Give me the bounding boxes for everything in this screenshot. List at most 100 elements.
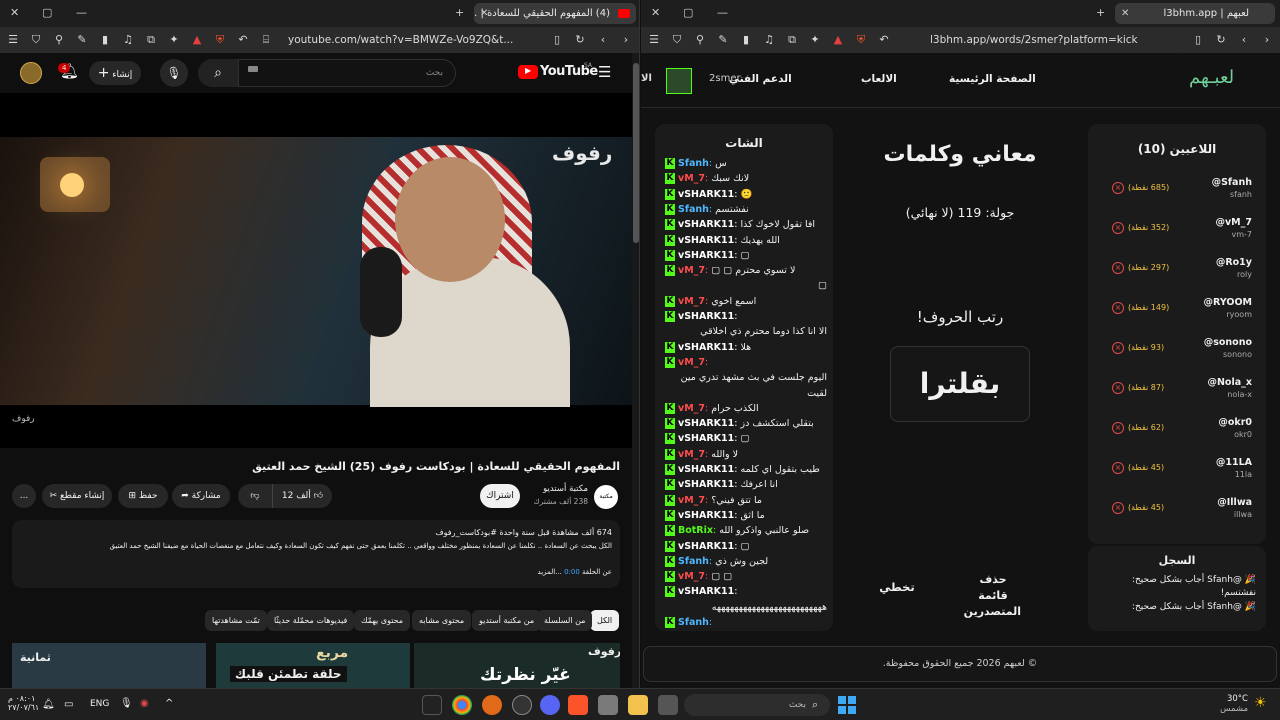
more-actions-button[interactable]: ...	[12, 484, 36, 508]
hamburger-icon[interactable]: ☰	[598, 63, 611, 81]
screenshot-icon[interactable]: ⧉	[785, 33, 799, 47]
brave-icon[interactable]	[568, 695, 588, 715]
save-button[interactable]: ⊞ حفظ	[118, 484, 168, 508]
remove-player-icon[interactable]: ×	[1112, 422, 1124, 434]
nav-home[interactable]: الصفحة الرئيسية	[949, 73, 1036, 85]
pin-icon[interactable]: ⚲	[693, 33, 707, 47]
remove-player-icon[interactable]: ×	[1112, 262, 1124, 274]
chat-username[interactable]: vSHARK11	[678, 586, 734, 597]
chip-channel[interactable]: من مكتبة أستديو	[472, 610, 542, 631]
search-input[interactable]: بحث	[238, 59, 456, 87]
sidebar-icon[interactable]: ▮	[739, 33, 753, 47]
related-thumb-3[interactable]: ثمانية	[12, 643, 206, 688]
chat-username[interactable]: vM_7	[678, 357, 705, 368]
timestamp-link[interactable]: 0:00	[564, 568, 580, 576]
channel-name[interactable]: مكتبة أستديو	[528, 484, 588, 494]
chat-username[interactable]: vM_7	[678, 173, 705, 184]
battery-icon[interactable]: ▭	[64, 699, 73, 710]
close-window-icon[interactable]: ✕	[10, 6, 19, 19]
chip-series[interactable]: من السلسلة	[537, 610, 593, 631]
tab-l3bhm[interactable]: لعبهم | l3bhm.app	[1115, 3, 1275, 24]
music-icon[interactable]: ♫	[121, 33, 135, 47]
brave-rewards-icon[interactable]: ▲	[190, 33, 204, 47]
tray-overflow-icon[interactable]: ^	[165, 698, 173, 709]
chat-username[interactable]: vSHARK11	[678, 219, 734, 230]
like-button[interactable]: 12 ألف 👍︎	[272, 484, 332, 508]
create-button[interactable]: + إنشاء	[89, 61, 141, 85]
minimize-icon[interactable]: —	[717, 6, 728, 19]
back-icon[interactable]: ‹	[596, 33, 610, 47]
chat-username[interactable]: vSHARK11	[678, 541, 734, 552]
forward-icon[interactable]: ›	[619, 33, 633, 47]
remove-player-icon[interactable]: ×	[1112, 182, 1124, 194]
channel-avatar[interactable]: مكتبة	[594, 485, 618, 509]
chat-username[interactable]: vSHARK11	[678, 418, 734, 429]
clock[interactable]: ٠٨:٠١ م ٢٧/٠٧/٦١	[8, 694, 39, 712]
nav-games[interactable]: الالعاب	[861, 73, 897, 85]
chat-username[interactable]: vSHARK11	[678, 464, 734, 475]
remove-player-icon[interactable]: ×	[1112, 222, 1124, 234]
forward-icon[interactable]: ›	[1260, 33, 1274, 47]
tab-close-icon[interactable]: ✕	[1121, 8, 1129, 19]
pin-icon[interactable]: ⚲	[52, 33, 66, 47]
remove-player-icon[interactable]: ×	[1112, 462, 1124, 474]
language-indicator[interactable]: ENG	[90, 699, 109, 709]
music-icon[interactable]: ♫	[762, 33, 776, 47]
bookmark-icon[interactable]: ▯	[1191, 33, 1205, 47]
chip-for-you[interactable]: محتوى يهمّك	[354, 610, 411, 631]
skip-button[interactable]: تخطي	[873, 580, 921, 594]
related-thumb-1[interactable]: مربع حلقة تطمئن قلبك	[216, 643, 410, 688]
taskbar-search[interactable]: بحث	[684, 694, 830, 716]
chat-username[interactable]: vM_7	[678, 495, 705, 506]
description-box[interactable]: 674 ألف مشاهدة قبل سنة واحدة #بودكاست_رف…	[12, 520, 620, 588]
site-info-icon[interactable]: ⌸	[259, 33, 273, 47]
remove-player-icon[interactable]: ×	[1112, 382, 1124, 394]
reload-back-icon[interactable]: ↶	[877, 33, 891, 47]
chat-username[interactable]: vSHARK11	[678, 479, 734, 490]
bookmark-icon[interactable]: ▯	[550, 33, 564, 47]
brave-rewards-icon[interactable]: ▲	[831, 33, 845, 47]
show-more-link[interactable]: ...المزيد	[538, 568, 562, 576]
sidebar-icon[interactable]: ▮	[98, 33, 112, 47]
share-button[interactable]: ➦ مشاركة	[172, 484, 230, 508]
chat-username[interactable]: Sfanh	[678, 556, 709, 567]
address-bar[interactable]: l3bhm.app/words/2smer?platform=kick	[900, 30, 1182, 50]
keyboard-icon[interactable]	[248, 66, 258, 72]
chip-similar[interactable]: محتوى مشابه	[412, 610, 472, 631]
app-icon-clock[interactable]	[512, 695, 532, 715]
pencil-icon[interactable]: ✎	[75, 33, 89, 47]
scrollbar-thumb[interactable]	[633, 63, 639, 243]
maximize-icon[interactable]: ▢	[683, 6, 693, 19]
minimize-icon[interactable]: —	[76, 6, 87, 19]
search-button[interactable]: ⌕	[198, 59, 238, 87]
chip-all[interactable]: الكل	[590, 610, 620, 631]
chat-username[interactable]: Sfanh	[678, 204, 709, 215]
file-explorer-icon[interactable]	[628, 695, 648, 715]
chat-username[interactable]: BotRix	[678, 525, 713, 536]
chrome-icon[interactable]	[452, 695, 472, 715]
shield-icon[interactable]: ⛉	[29, 33, 43, 47]
remove-leaderboard-button[interactable]: حذف قائمة المتصدرين	[964, 572, 1021, 620]
back-icon[interactable]: ‹	[1237, 33, 1251, 47]
reload-icon[interactable]: ↻	[1214, 33, 1228, 47]
brave-shield-icon[interactable]: ⛨	[213, 33, 227, 47]
chat-username[interactable]: vSHARK11	[678, 235, 734, 246]
remove-player-icon[interactable]: ×	[1112, 302, 1124, 314]
chip-recent[interactable]: فيديوهات محمّلة حديثًا	[267, 610, 355, 631]
extensions-icon[interactable]: ✦	[167, 33, 181, 47]
chat-username[interactable]: vM_7	[678, 403, 705, 414]
clip-button[interactable]: ✂ إنشاء مقطع	[42, 484, 112, 508]
reload-back-icon[interactable]: ↶	[236, 33, 250, 47]
weather-widget[interactable]: 30°C مشمس	[1204, 694, 1248, 714]
chip-watched[interactable]: تمّت مشاهدتها	[205, 610, 267, 631]
shield-icon[interactable]: ⛉	[670, 33, 684, 47]
chat-username[interactable]: vM_7	[678, 571, 705, 582]
related-thumb-2[interactable]: غيّر نظرتك رفوف	[414, 643, 620, 688]
channel-info[interactable]: مكتبة أستديو 238 ألف مشترك	[528, 484, 588, 506]
chat-username[interactable]: vSHARK11	[678, 311, 734, 322]
extensions-icon[interactable]: ✦	[808, 33, 822, 47]
maximize-icon[interactable]: ▢	[42, 6, 52, 19]
voice-search-button[interactable]: 🎙︎	[160, 59, 188, 87]
user-avatar[interactable]	[666, 68, 692, 94]
chat-username[interactable]: vM_7	[678, 296, 705, 307]
